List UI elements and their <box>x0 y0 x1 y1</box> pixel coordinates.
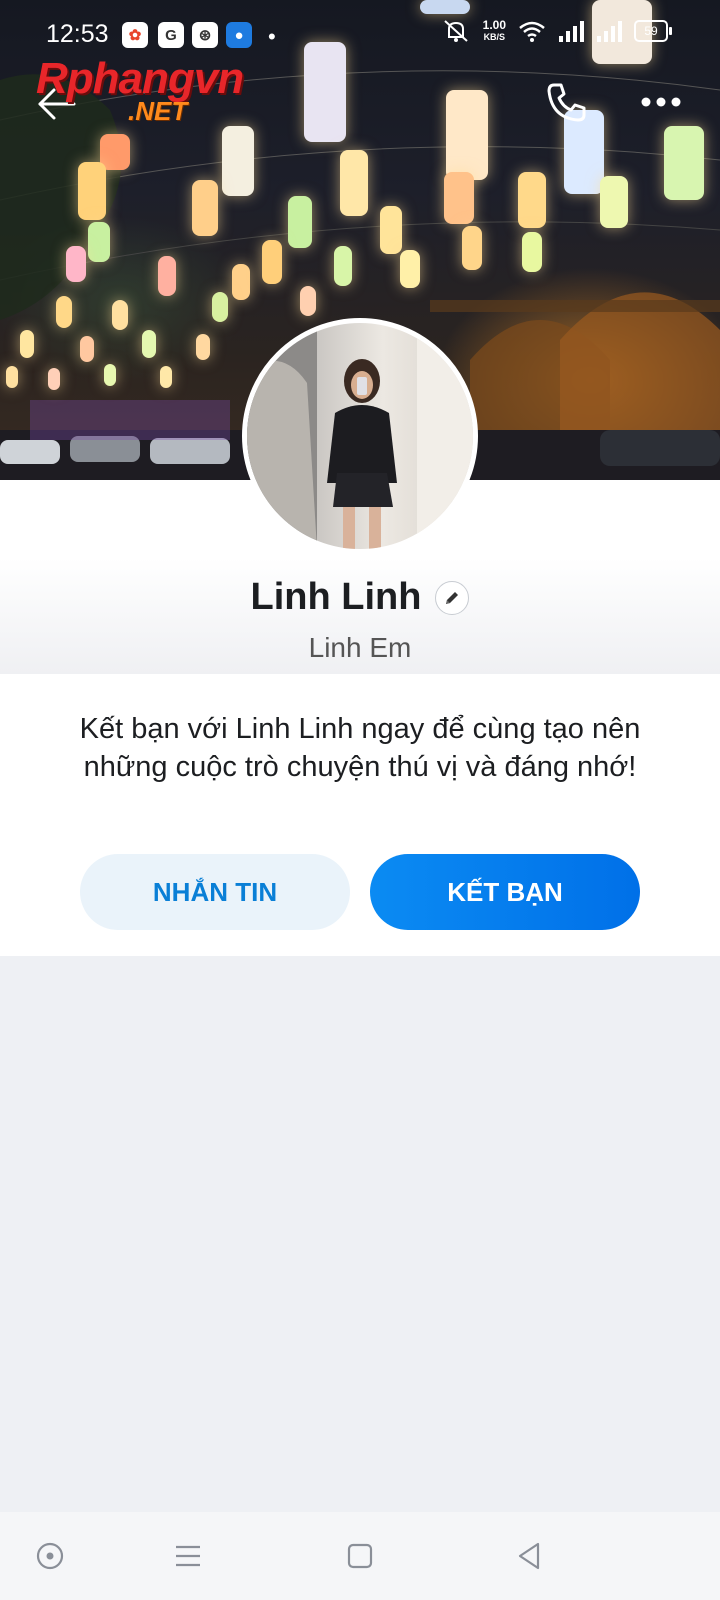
profile-name-row: Linh Linh <box>0 576 720 619</box>
signal-icon <box>559 21 584 42</box>
more-options-icon[interactable] <box>636 88 686 116</box>
back-nav-icon[interactable] <box>512 1538 548 1574</box>
profile-alias: Linh Em <box>308 632 412 663</box>
notification-dot-icon: • <box>268 24 276 49</box>
assistant-nav-icon[interactable] <box>32 1538 68 1574</box>
wifi-icon <box>519 21 545 42</box>
avatar-photo <box>247 323 473 549</box>
home-nav-icon[interactable] <box>342 1538 378 1574</box>
battery-icon: 59 <box>634 20 672 42</box>
system-nav-bar <box>0 1512 720 1600</box>
signal-2-icon <box>597 21 622 42</box>
phone-call-icon[interactable] <box>544 80 588 124</box>
compass-icon: ⊛ <box>192 22 218 48</box>
battery-level: 59 <box>644 24 658 38</box>
mute-bell-icon <box>443 20 468 42</box>
photos-icon: ✿ <box>122 22 148 48</box>
network-speed: 1.00 KB/S <box>483 19 506 43</box>
profile-name: Linh Linh <box>250 576 422 618</box>
send-message-button[interactable]: NHẮN TIN <box>80 854 350 930</box>
network-speed-value: 1.00 <box>482 18 506 32</box>
pencil-icon <box>446 591 459 604</box>
site-watermark: Rphangvn .NET <box>36 54 256 126</box>
menu-nav-icon[interactable] <box>170 1538 206 1574</box>
friend-invite-panel: Kết bạn với Linh Linh ngay để cùng tạo n… <box>0 674 720 956</box>
edit-name-button[interactable] <box>435 580 470 615</box>
network-speed-unit: KB/S <box>483 32 506 42</box>
google-icon: G <box>158 22 184 48</box>
add-friend-button[interactable]: KẾT BẠN <box>370 854 640 930</box>
watermark-sub-text: .NET <box>128 96 188 126</box>
invite-message: Kết bạn với Linh Linh ngay để cùng tạo n… <box>79 713 641 783</box>
avatar[interactable] <box>242 318 478 554</box>
vpn-icon: ● <box>226 22 252 48</box>
status-right: 1.00 KB/S 59 <box>441 18 672 44</box>
status-time: 12:53 <box>46 20 109 48</box>
